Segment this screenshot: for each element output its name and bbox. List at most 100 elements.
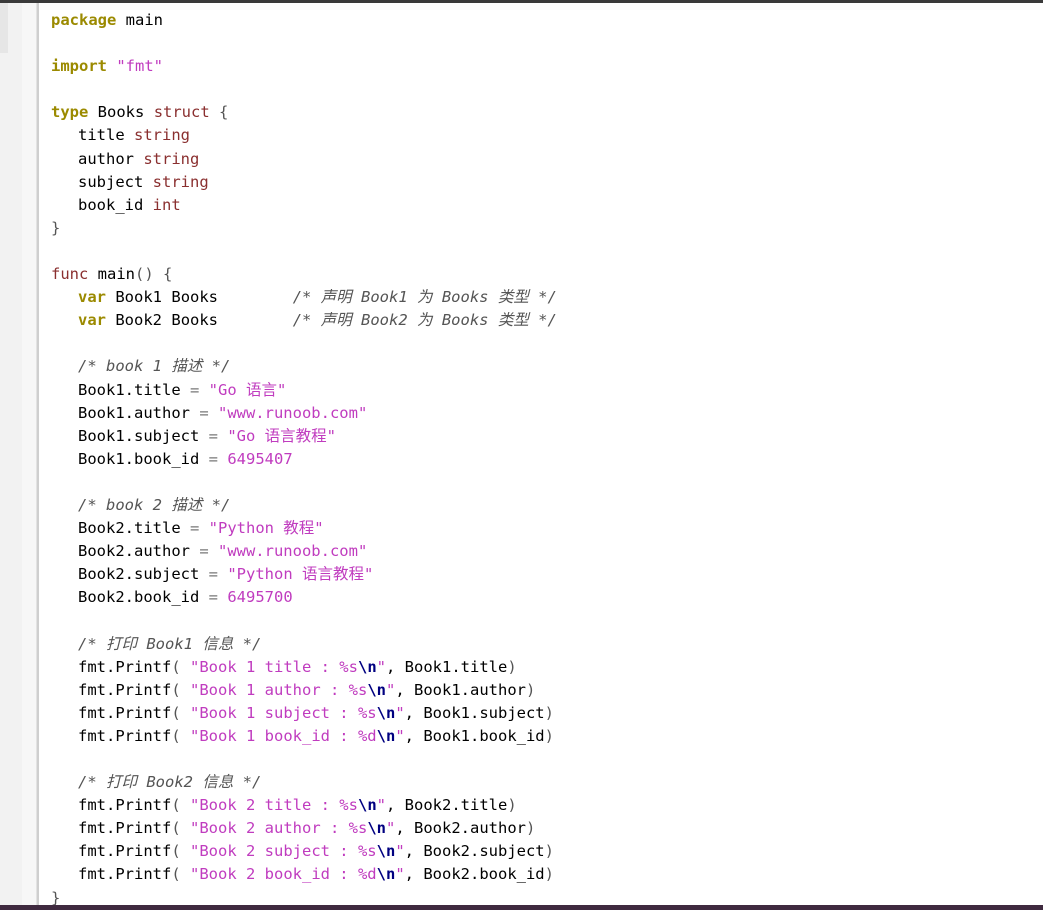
func-call: fmt.Printf bbox=[78, 680, 172, 699]
package-name: main bbox=[125, 11, 163, 29]
comma: , bbox=[386, 796, 405, 815]
code-block[interactable]: package main import "fmt" type Books str… bbox=[51, 9, 557, 910]
paren: ) bbox=[544, 726, 554, 745]
code-line: } bbox=[51, 217, 557, 240]
printf-call: fmt.Printf( "Book 2 book_id : %d\n", Boo… bbox=[51, 863, 557, 886]
field-name: title bbox=[78, 126, 125, 145]
code-line: /* book 1 描述 */ bbox=[51, 355, 557, 378]
editor-gutter[interactable] bbox=[22, 3, 37, 905]
field-name: subject bbox=[78, 172, 144, 191]
code-line: /* 打印 Book1 信息 */ bbox=[51, 633, 557, 656]
assignment: Book2.book_id = 6495700 bbox=[51, 586, 557, 609]
paren: ( bbox=[171, 703, 190, 722]
printf-call: fmt.Printf( "Book 2 title : %s\n", Book2… bbox=[51, 794, 557, 817]
assign-target: Book1.author bbox=[78, 403, 190, 422]
assign-target: Book2.author bbox=[78, 542, 190, 561]
code-line: import "fmt" bbox=[51, 55, 557, 78]
assign-target: Book1.book_id bbox=[78, 449, 200, 468]
escape-sequence: \n bbox=[367, 819, 386, 838]
string-literal: "fmt" bbox=[116, 57, 164, 76]
quote: " bbox=[395, 726, 405, 745]
keyword: func bbox=[51, 265, 89, 284]
operator: = bbox=[199, 426, 228, 445]
assign-target: Book1.subject bbox=[78, 426, 200, 445]
editor-left-border bbox=[37, 3, 39, 905]
escape-sequence: \n bbox=[376, 865, 396, 884]
comment: /* 打印 Book2 信息 */ bbox=[78, 773, 262, 792]
string-literal: "Python 语言教程" bbox=[227, 565, 374, 584]
var-decl: var Book1 Books /* 声明 Book1 为 Books 类型 *… bbox=[51, 286, 557, 309]
func-call: fmt.Printf bbox=[78, 865, 172, 884]
comment: /* 打印 Book1 信息 */ bbox=[78, 634, 262, 653]
sidebar-tab-notch[interactable] bbox=[0, 3, 8, 53]
comment: /* 声明 Book2 为 Books 类型 */ bbox=[292, 311, 557, 330]
printf-arg: Book2.author bbox=[414, 819, 526, 838]
keyword: import bbox=[51, 57, 107, 76]
operator: = bbox=[199, 565, 228, 584]
printf-arg: Book2.book_id bbox=[423, 865, 545, 884]
keyword: package bbox=[51, 11, 117, 29]
paren: ) bbox=[507, 796, 517, 815]
func-call: fmt.Printf bbox=[78, 842, 172, 861]
func-call: fmt.Printf bbox=[78, 703, 172, 722]
printf-call: fmt.Printf( "Book 1 subject : %s\n", Boo… bbox=[51, 702, 557, 725]
comment: /* book 2 描述 */ bbox=[78, 495, 231, 514]
assignment: Book1.title = "Go 语言" bbox=[51, 379, 557, 402]
field-type: int bbox=[152, 195, 181, 214]
comma: , bbox=[386, 657, 405, 676]
assignment: Book1.subject = "Go 语言教程" bbox=[51, 425, 557, 448]
format-string: "Book 2 author : %s bbox=[190, 819, 368, 838]
assignment: Book2.title = "Python 教程" bbox=[51, 517, 557, 540]
var-type: Books bbox=[171, 311, 219, 330]
format-string: "Book 1 author : %s bbox=[190, 680, 368, 699]
printf-call: fmt.Printf( "Book 2 subject : %s\n", Boo… bbox=[51, 840, 557, 863]
escape-sequence: \n bbox=[357, 657, 377, 676]
func-call: fmt.Printf bbox=[78, 819, 172, 838]
window-bottom-border bbox=[0, 905, 1043, 910]
struct-field: book_id int bbox=[51, 194, 557, 217]
comma: , bbox=[404, 726, 424, 745]
code-line: func main() { bbox=[51, 263, 557, 286]
printf-arg: Book2.subject bbox=[423, 842, 545, 861]
left-sidebar-strip bbox=[0, 3, 22, 905]
operator: = bbox=[189, 403, 218, 422]
brace: { bbox=[219, 103, 229, 122]
string-literal: "Go 语言" bbox=[208, 380, 287, 399]
keyword: type bbox=[51, 103, 89, 122]
parens: () bbox=[135, 265, 154, 284]
var-type: Books bbox=[171, 288, 219, 307]
operator: = bbox=[199, 449, 228, 468]
format-string: "Book 1 book_id : %d bbox=[190, 726, 377, 745]
escape-sequence: \n bbox=[357, 796, 377, 815]
quote: " bbox=[395, 842, 405, 861]
code-line: /* 打印 Book2 信息 */ bbox=[51, 771, 557, 794]
operator: = bbox=[199, 588, 228, 607]
string-literal: "Python 教程" bbox=[208, 519, 324, 538]
struct-field: subject string bbox=[51, 171, 557, 194]
func-call: fmt.Printf bbox=[78, 657, 172, 676]
code-line: type Books struct { bbox=[51, 101, 557, 124]
keyword: var bbox=[78, 311, 106, 330]
assignment: Book2.subject = "Python 语言教程" bbox=[51, 563, 557, 586]
type-name: Books bbox=[97, 103, 145, 122]
keyword: struct bbox=[153, 103, 210, 122]
printf-call: fmt.Printf( "Book 2 author : %s\n", Book… bbox=[51, 817, 557, 840]
assign-target: Book2.title bbox=[78, 519, 181, 538]
string-literal: "Go 语言教程" bbox=[227, 426, 336, 445]
func-call: fmt.Printf bbox=[78, 796, 172, 815]
escape-sequence: \n bbox=[376, 726, 396, 745]
escape-sequence: \n bbox=[367, 680, 386, 699]
paren: ( bbox=[171, 657, 190, 676]
quote: " bbox=[376, 657, 386, 676]
quote: " bbox=[376, 796, 386, 815]
format-string: "Book 1 subject : %s bbox=[190, 703, 377, 722]
comment: /* book 1 描述 */ bbox=[78, 357, 231, 376]
printf-arg: Book2.title bbox=[404, 796, 508, 815]
code-line: package main bbox=[51, 9, 557, 32]
code-line: /* book 2 描述 */ bbox=[51, 494, 557, 517]
printf-arg: Book1.title bbox=[404, 657, 508, 676]
brace: } bbox=[51, 888, 61, 907]
